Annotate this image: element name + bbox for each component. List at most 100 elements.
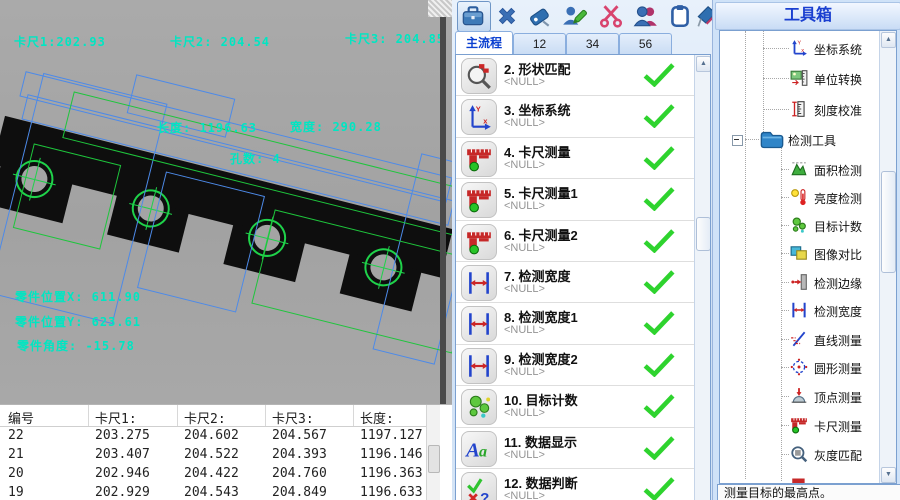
step-item[interactable]: 9. 检测宽度2 <NULL> [456, 345, 710, 386]
column-separator [353, 405, 354, 426]
step-item[interactable]: 4. 卡尺测量 <NULL> [456, 138, 710, 179]
toolbox-icon[interactable] [460, 3, 486, 29]
table-scrollbar[interactable] [426, 405, 440, 500]
viewport-corner-hatch [428, 0, 452, 17]
caliper3-annotation: 卡尺3: 204.85 [345, 30, 445, 47]
target-count-icon [790, 216, 808, 234]
cell-caliper1: 203.275 [95, 428, 150, 443]
scrollbar-thumb[interactable] [881, 171, 896, 273]
col-header-caliper2: 卡尺2: [184, 408, 226, 427]
scrollbar-thumb[interactable] [696, 217, 711, 251]
tab-56[interactable]: 56 [619, 33, 672, 55]
table-row[interactable]: 20 202.946 204.422 204.760 1196.363 [0, 466, 439, 485]
col-header-caliper1: 卡尺1: [95, 408, 137, 427]
tree-stub [781, 396, 789, 397]
step-item[interactable]: 5. 卡尺测量1 <NULL> [456, 179, 710, 220]
step-item[interactable]: 10. 目标计数 <NULL> [456, 386, 710, 427]
tree-label: 目标计数 [814, 218, 862, 235]
tree-label: 刻度校准 [814, 102, 862, 119]
step-item[interactable]: ? 12. 数据判断 <NULL> [456, 469, 710, 500]
step-item[interactable]: Yx 3. 坐标系统 <NULL> [456, 96, 710, 137]
step-item[interactable]: 7. 检测宽度 <NULL> [456, 262, 710, 303]
scroll-down-button[interactable]: ▼ [881, 467, 896, 483]
step-item[interactable]: 6. 卡尺测量2 <NULL> [456, 221, 710, 262]
collapse-expander[interactable] [732, 135, 743, 146]
brightness-detect-icon [790, 188, 808, 206]
scroll-up-button[interactable]: ▲ [881, 32, 896, 48]
tree-item-area-detect[interactable]: 面积检测 [720, 157, 896, 181]
col-header-caliper3: 卡尺3: [272, 408, 314, 427]
target-count-icon [461, 389, 497, 425]
table-header-row: 编号 卡尺1: 卡尺2: 卡尺3: 长度: [0, 405, 439, 427]
tree-item-line-measure[interactable]: 直线测量 [720, 327, 896, 351]
scissors-cut-icon[interactable] [598, 3, 624, 29]
tag-icon[interactable] [527, 3, 553, 29]
users-icon[interactable] [633, 3, 659, 29]
tree-stub [781, 197, 789, 198]
table-row[interactable]: 21 203.407 204.522 204.393 1196.146 [0, 447, 439, 466]
tree-item-gray-match[interactable]: 灰度匹配 [720, 442, 896, 466]
svg-text:Y: Y [797, 41, 801, 47]
check-icon [642, 311, 676, 335]
step-list-scrollbar[interactable]: ▲ [694, 55, 710, 500]
tree-item-image-compare[interactable]: 图像对比 [720, 241, 896, 265]
tree-item-partial[interactable] [720, 471, 896, 484]
tree-scrollbar[interactable]: ▲ ▼ [879, 31, 896, 483]
tree-label: 卡尺测量 [814, 418, 862, 435]
step-item[interactable]: 2. 形状匹配 <NULL> [456, 55, 710, 96]
scroll-up-button[interactable]: ▲ [696, 56, 711, 72]
tree-item-scale-calibration[interactable]: 刻度校准 [720, 97, 896, 121]
check-icon [642, 353, 676, 377]
tree-item-edge-detect[interactable]: 检测边缘 [720, 270, 896, 294]
tree-item-caliper-measure[interactable]: 卡尺测量 [720, 413, 896, 437]
tab-34[interactable]: 34 [566, 33, 619, 55]
width-annotation: 宽度: 290.28 [290, 118, 382, 135]
table-scrollbar-thumb[interactable] [428, 445, 440, 473]
tree-item-vertex-measure[interactable]: 顶点测量 [720, 384, 896, 408]
delete-x-icon[interactable] [494, 3, 520, 29]
tree-item-width-detect[interactable]: 检测宽度 [720, 298, 896, 322]
col-header-length: 长度: [360, 408, 394, 427]
table-row[interactable]: 19 202.929 204.543 204.849 1196.633 [0, 485, 439, 500]
cell-caliper3: 204.760 [272, 466, 327, 481]
toolbox-panel: 工具箱 Yx 坐标系统 单位转换 刻度校准 [712, 0, 900, 500]
tab-12[interactable]: 12 [513, 33, 566, 55]
step-subtitle: <NULL> [504, 366, 545, 378]
caliper-icon [461, 141, 497, 177]
vision-inspection-app: 卡尺1:202.93 卡尺2: 204.54 卡尺3: 204.85 长度: 1… [0, 0, 900, 500]
check-icon [642, 477, 676, 500]
tree-item-brightness-detect[interactable]: 亮度检测 [720, 185, 896, 209]
part-pos-x-annotation: 零件位置X: 611.90 [15, 288, 141, 305]
caliper1-annotation: 卡尺1:202.93 [14, 33, 106, 50]
tree-item-coordinate-system[interactable]: Yx 坐标系统 [720, 36, 896, 60]
camera-image-view[interactable]: 卡尺1:202.93 卡尺2: 204.54 卡尺3: 204.85 长度: 1… [0, 0, 452, 404]
edit-pen-icon[interactable] [561, 3, 587, 29]
tree-stub [745, 139, 759, 140]
tree-item-unit-convert[interactable]: 单位转换 [720, 66, 896, 90]
step-subtitle: <NULL> [504, 76, 545, 88]
process-panel: 主流程 12 34 56 2. 形状匹配 <NULL> Yx 3. 坐标系统 <… [452, 0, 712, 500]
clipboard-paste-icon[interactable] [667, 3, 693, 29]
cell-caliper2: 204.543 [184, 485, 239, 500]
caliper2-annotation: 卡尺2: 204.54 [170, 33, 270, 50]
column-separator [177, 405, 178, 426]
table-row[interactable]: 22 203.275 204.602 204.567 1197.127 [0, 428, 439, 447]
data-judge-icon: ? [461, 472, 497, 500]
tool-tree: Yx 坐标系统 单位转换 刻度校准 检测工具 [719, 30, 897, 484]
tree-stub [781, 367, 789, 368]
svg-text:Y: Y [476, 105, 481, 114]
toolbox-title[interactable]: 工具箱 [715, 2, 900, 30]
tree-item-target-count[interactable]: 目标计数 [720, 213, 896, 237]
tree-item-detect-tools-folder[interactable]: 检测工具 [720, 127, 896, 151]
tree-stub [781, 454, 789, 455]
tree-item-circle-measure[interactable]: 圆形测量 [720, 355, 896, 379]
step-item[interactable]: 8. 检测宽度1 <NULL> [456, 303, 710, 344]
cell-caliper3: 204.849 [272, 485, 327, 500]
tree-label: 检测宽度 [814, 303, 862, 320]
tab-main-flow[interactable]: 主流程 [455, 31, 513, 55]
step-item[interactable]: Aa 11. 数据显示 <NULL> [456, 428, 710, 469]
tool-description-status: 测量目标的最高点。 [717, 484, 900, 500]
tree-stub [763, 78, 789, 79]
cell-caliper3: 204.567 [272, 428, 327, 443]
caliper-icon [461, 224, 497, 260]
